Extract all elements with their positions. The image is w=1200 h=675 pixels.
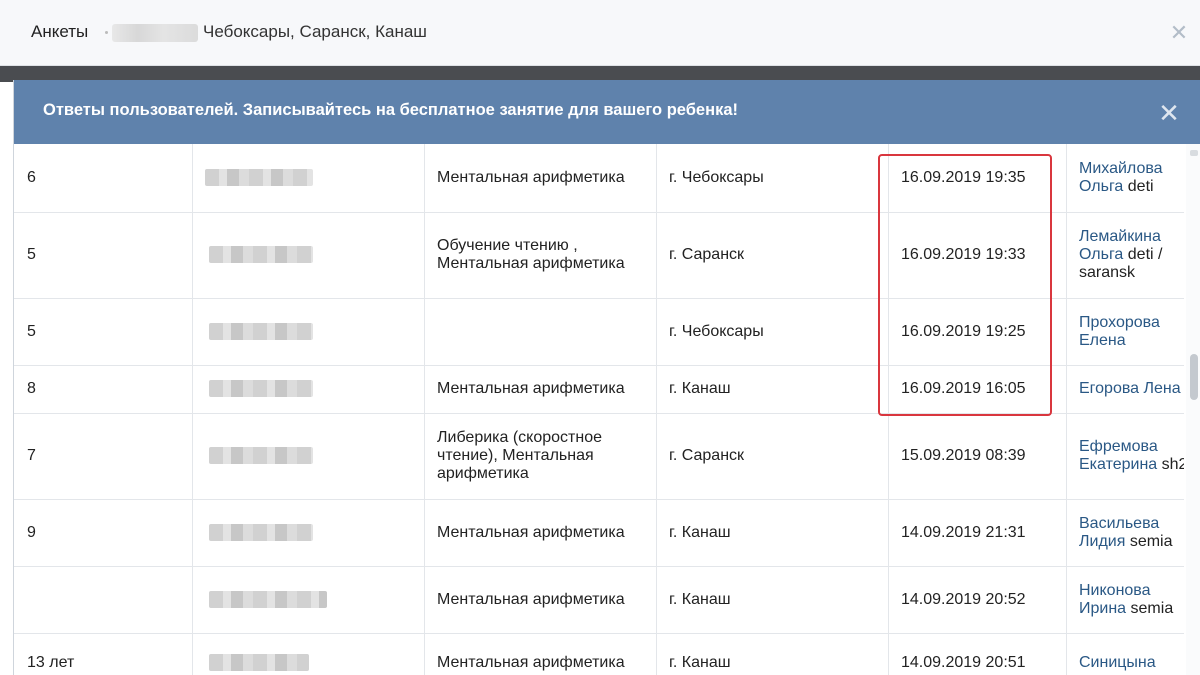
phone-cell bbox=[192, 499, 425, 567]
close-icon[interactable]: ✕ bbox=[1166, 20, 1192, 46]
city-cell: г. Чебоксары bbox=[656, 144, 889, 213]
user-link[interactable]: Синицына bbox=[1079, 654, 1156, 671]
city-cell: г. Чебоксары bbox=[656, 298, 889, 366]
date-cell: 16.09.2019 16:05 bbox=[888, 365, 1067, 414]
age-cell bbox=[14, 566, 193, 634]
age-cell: 9 bbox=[14, 499, 193, 567]
course-cell: Ментальная арифметика bbox=[424, 499, 657, 567]
blurred-community-name bbox=[112, 24, 198, 42]
table-row: 5 г. Чебоксары 16.09.2019 19:25 Прохорова Е… bbox=[14, 298, 1184, 366]
scrollbar-thumb[interactable] bbox=[1190, 354, 1198, 400]
date-cell: 14.09.2019 20:52 bbox=[888, 566, 1067, 634]
user-cell: Синицына bbox=[1066, 633, 1184, 675]
age-cell: 5 bbox=[14, 212, 193, 299]
responses-table-container: 6 Ментальная арифметика г. Чебоксары 16.09.… bbox=[14, 144, 1184, 675]
date-cell: 16.09.2019 19:35 bbox=[888, 144, 1067, 213]
phone-cell bbox=[192, 633, 425, 675]
user-cell: Егорова Лена bbox=[1066, 365, 1184, 414]
table-row: 8 Ментальная арифметика г. Канаш 16.09.2019… bbox=[14, 365, 1184, 414]
modal-title: Ответы пользователей. Записывайтесь на б… bbox=[43, 101, 738, 119]
user-cell: Лемайкина Ольга deti / saransk bbox=[1066, 212, 1184, 299]
user-cell: Ефремова Екатерина sh20 bbox=[1066, 413, 1184, 500]
course-cell: Ментальная арифметика bbox=[424, 365, 657, 414]
city-cell: г. Канаш bbox=[656, 365, 889, 414]
user-cell: Никонова Ирина semia bbox=[1066, 566, 1184, 634]
separator-dot bbox=[105, 31, 108, 34]
city-cell: г. Канаш bbox=[656, 566, 889, 634]
user-tag: semia bbox=[1129, 532, 1173, 550]
age-cell: 8 bbox=[14, 365, 193, 414]
responses-modal: Ответы пользователей. Записывайтесь на б… bbox=[13, 80, 1200, 675]
course-cell: Ментальная арифметика bbox=[424, 144, 657, 213]
phone-cell bbox=[192, 365, 425, 414]
date-cell: 14.09.2019 20:51 bbox=[888, 633, 1067, 675]
city-cell: г. Канаш bbox=[656, 499, 889, 567]
city-cell: г. Саранск bbox=[656, 212, 889, 299]
phone-cell bbox=[192, 144, 425, 213]
close-icon[interactable]: ✕ bbox=[1154, 98, 1184, 128]
phone-cell bbox=[192, 298, 425, 366]
course-cell: Ментальная арифметика bbox=[424, 566, 657, 634]
phone-cell bbox=[192, 566, 425, 634]
table-row: 6 Ментальная арифметика г. Чебоксары 16.09.… bbox=[14, 144, 1184, 213]
table-row: 7 Либерика (скоростное чтение), Ментальна… bbox=[14, 413, 1184, 500]
user-link[interactable]: Ефремова Екатерина bbox=[1079, 438, 1158, 473]
blurred-phone bbox=[209, 322, 313, 340]
user-cell: Михайлова Ольга deti bbox=[1066, 144, 1184, 213]
window-header: Анкеты Чебоксары, Саранск, Канаш ✕ bbox=[0, 0, 1200, 66]
city-cell: г. Канаш bbox=[656, 633, 889, 675]
user-cell: Прохорова Елена bbox=[1066, 298, 1184, 366]
course-cell bbox=[424, 298, 657, 366]
user-tag: sh20 bbox=[1161, 456, 1184, 473]
blurred-phone bbox=[209, 523, 313, 541]
user-tag: semia bbox=[1130, 599, 1174, 617]
responses-table: 6 Ментальная арифметика г. Чебоксары 16.09.… bbox=[14, 144, 1184, 675]
scrollbar-top-marker bbox=[1190, 150, 1198, 156]
date-cell: 14.09.2019 21:31 bbox=[888, 499, 1067, 567]
date-cell: 16.09.2019 19:33 bbox=[888, 212, 1067, 299]
date-cell: 16.09.2019 19:25 bbox=[888, 298, 1067, 366]
table-row: 9 Ментальная арифметика г. Канаш 14.09.2019… bbox=[14, 499, 1184, 567]
age-cell: 7 bbox=[14, 413, 193, 500]
age-cell: 6 bbox=[14, 144, 193, 213]
scrollbar-track[interactable] bbox=[1186, 144, 1200, 675]
course-cell: Ментальная арифметика bbox=[424, 633, 657, 675]
modal-header: Ответы пользователей. Записывайтесь на б… bbox=[14, 80, 1200, 144]
window-title: Анкеты bbox=[31, 22, 89, 41]
user-cell: Васильева Лидия semia bbox=[1066, 499, 1184, 567]
blurred-phone bbox=[209, 654, 309, 672]
blurred-phone bbox=[209, 380, 313, 398]
course-cell: Либерика (скоростное чтение), Ментальная… bbox=[424, 413, 657, 500]
phone-cell bbox=[192, 413, 425, 500]
blurred-phone bbox=[209, 590, 327, 608]
table-row: 5 Обучение чтению , Ментальная арифметика… bbox=[14, 212, 1184, 299]
window-subtitle: Чебоксары, Саранск, Канаш bbox=[203, 22, 427, 41]
blurred-phone bbox=[209, 447, 313, 465]
blurred-phone bbox=[205, 169, 313, 187]
table-row: Ментальная арифметика г. Канаш 14.09.2019 … bbox=[14, 566, 1184, 634]
age-cell: 13 лет bbox=[14, 633, 193, 675]
user-link[interactable]: Прохорова Елена bbox=[1079, 314, 1160, 349]
blurred-phone bbox=[209, 246, 313, 264]
table-row: 13 лет Ментальная арифметика г. Канаш 14.09… bbox=[14, 633, 1184, 675]
user-tag: deti bbox=[1127, 177, 1154, 195]
age-cell: 5 bbox=[14, 298, 193, 366]
date-cell: 15.09.2019 08:39 bbox=[888, 413, 1067, 500]
user-link[interactable]: Егорова Лена bbox=[1079, 380, 1181, 397]
course-cell: Обучение чтению , Ментальная арифметика bbox=[424, 212, 657, 299]
city-cell: г. Саранск bbox=[656, 413, 889, 500]
phone-cell bbox=[192, 212, 425, 299]
